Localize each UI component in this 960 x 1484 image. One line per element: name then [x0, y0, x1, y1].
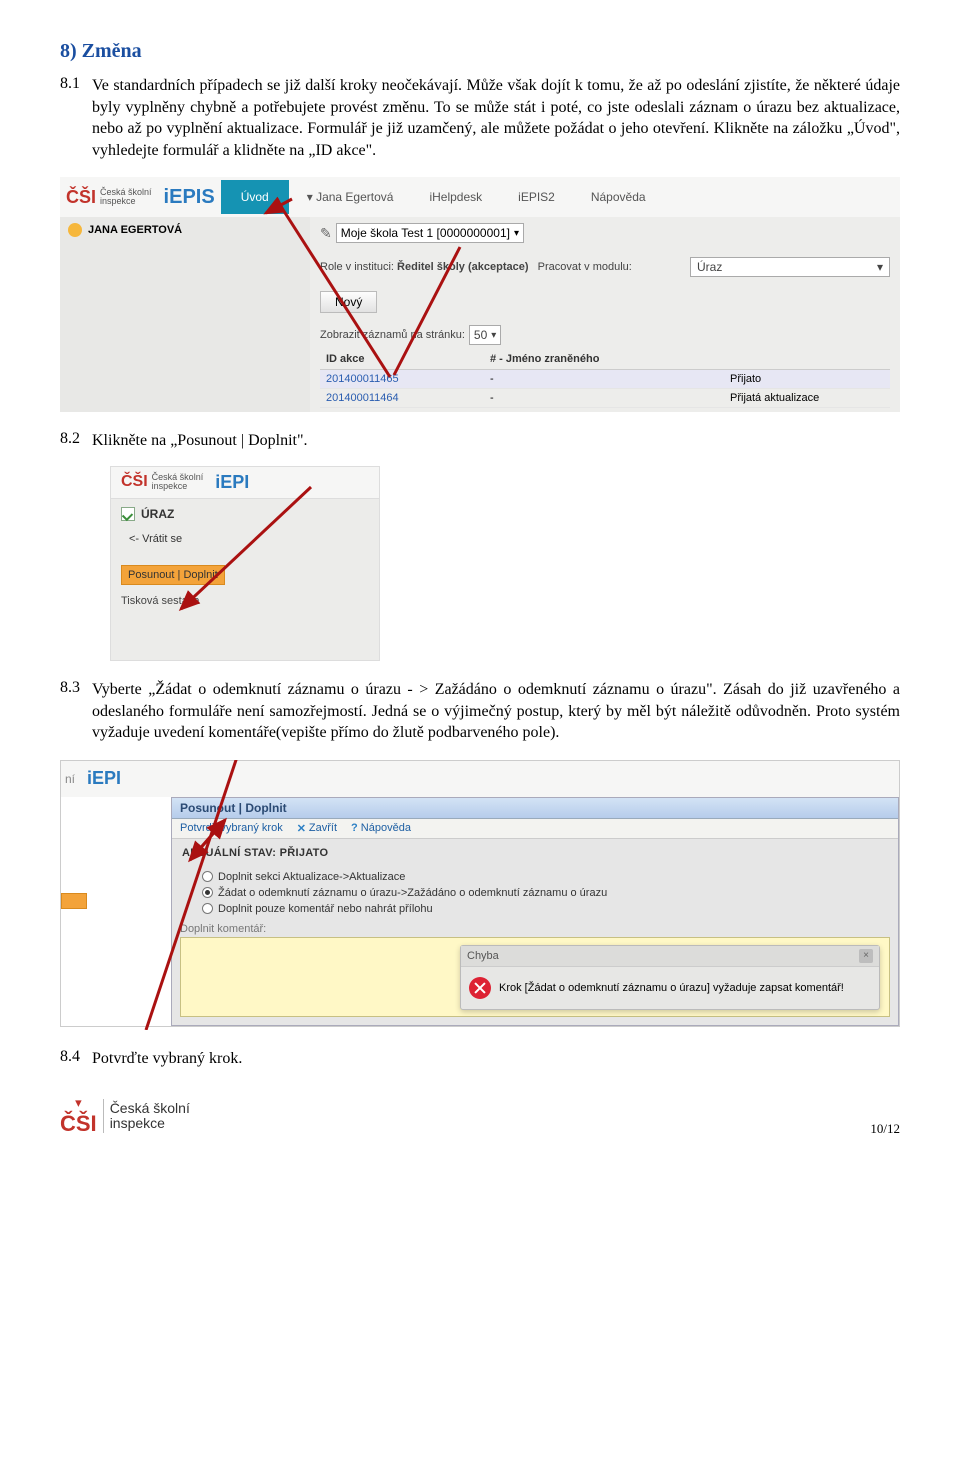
close-button[interactable]: ✕Zavřít	[297, 822, 337, 835]
nav-iepis2[interactable]: iEPIS2	[500, 190, 573, 204]
logo-caret-icon: ▾	[75, 1095, 82, 1111]
section-heading: 8) Změna	[60, 40, 900, 63]
help-button[interactable]: ?Nápověda	[351, 822, 411, 834]
error-title: Chyba	[467, 950, 499, 962]
page-footer: ▾ ČŠI Česká školní inspekce 10/12	[60, 1095, 900, 1137]
item-8-3-num: 8.3	[60, 679, 92, 750]
radio-option-1[interactable]: Doplnit sekci Aktualizace->Aktualizace	[202, 869, 878, 885]
screenshot-2: ČŠI Česká školníinspekce iEPI ÚRAZ <- Vr…	[110, 466, 380, 661]
table-header: ID akce # - Jméno zraněného	[320, 349, 890, 370]
csi-logo: ČŠI Česká školníinspekce	[115, 473, 209, 491]
radio-option-2[interactable]: Žádat o odemknutí záznamu o úrazu->Zažád…	[202, 885, 878, 901]
item-8-1-num: 8.1	[60, 75, 92, 167]
error-popup: Chyba × Krok [Žádat o odemknutí záznamu …	[460, 945, 880, 1010]
item-8-2-text: Klikněte na „Posunout | Doplnit".	[92, 430, 900, 452]
id-link[interactable]: 201400011464	[320, 392, 490, 404]
modul-select[interactable]: Úraz▾	[690, 257, 890, 277]
csi-mark: ČŠI	[60, 1111, 97, 1137]
tab-uvod[interactable]: Úvod	[221, 180, 289, 214]
close-icon: ✕	[297, 822, 306, 835]
close-icon[interactable]: ×	[859, 949, 873, 963]
footer-line2: inspekce	[110, 1116, 190, 1131]
radio-option-3[interactable]: Doplnit pouze komentář nebo nahrát přílo…	[202, 901, 878, 917]
user-badge: JANA EGERTOVÁ	[68, 223, 302, 237]
iepi-logo: iEPI	[215, 472, 249, 493]
posunout-button[interactable]: Posunout | Doplnit	[121, 565, 225, 585]
records-select[interactable]: 50 ▾	[469, 325, 501, 345]
error-icon	[469, 977, 491, 999]
wand-icon: ✎	[320, 225, 332, 242]
table-row[interactable]: 201400011464 - Přijatá aktualizace	[320, 389, 890, 408]
flag-icon	[121, 507, 135, 521]
records-per-page: Zobrazit záznamů na stránku: 50 ▾	[320, 325, 890, 345]
item-8-1-text: Ve standardních případech se již další k…	[92, 75, 900, 161]
screenshot-1: ČŠI Česká školníinspekce iEPIS Úvod ▾ Ja…	[60, 177, 900, 412]
item-8-4-text: Potvrďte vybraný krok.	[92, 1048, 900, 1070]
iepis-logo: iEPIS	[164, 186, 215, 209]
tisk-label: Tisková sestava	[111, 595, 379, 615]
current-state: AKTUÁLNÍ STAV: PŘIJATO	[172, 839, 898, 867]
nav-ihelpdesk[interactable]: iHelpdesk	[411, 190, 500, 204]
item-8-2-num: 8.2	[60, 430, 92, 458]
nav-napoveda[interactable]: Nápověda	[573, 190, 664, 204]
radio-icon	[202, 887, 213, 898]
table-row[interactable]: 201400011465 - Přijato	[320, 370, 890, 389]
uraz-heading: ÚRAZ	[111, 499, 379, 529]
page-number: 10/12	[870, 1121, 900, 1137]
id-link[interactable]: 201400011465	[320, 373, 490, 385]
new-button[interactable]: Nový	[320, 291, 377, 313]
footer-line1: Česká školní	[110, 1101, 190, 1116]
school-select[interactable]: Moje škola Test 1 [0000000001] ▾	[336, 223, 524, 243]
screenshot-3: ní iEPI Posunout | Doplnit Potvrdit vybr…	[60, 760, 900, 1030]
back-link[interactable]: <- Vrátit se	[111, 529, 379, 555]
user-menu[interactable]: ▾ Jana Egertová	[289, 190, 412, 204]
cropped-text: ní	[65, 772, 75, 786]
user-icon	[68, 223, 82, 237]
item-8-4-num: 8.4	[60, 1048, 92, 1076]
confirm-step-button[interactable]: Potvrdit vybraný krok	[180, 822, 283, 834]
radio-icon	[202, 871, 213, 882]
cropped-button	[61, 893, 87, 909]
comment-label: Doplnit komentář:	[172, 923, 898, 937]
iepi-logo: iEPI	[87, 768, 121, 789]
error-message: Krok [Žádat o odemknutí záznamu o úrazu]…	[499, 982, 844, 994]
dialog-title: Posunout | Doplnit	[172, 798, 898, 819]
item-8-3-text: Vyberte „Žádat o odemknutí záznamu o úra…	[92, 679, 900, 744]
csi-logo: ČŠI Česká školníinspekce	[60, 187, 158, 208]
radio-icon	[202, 903, 213, 914]
help-icon: ?	[351, 822, 358, 834]
